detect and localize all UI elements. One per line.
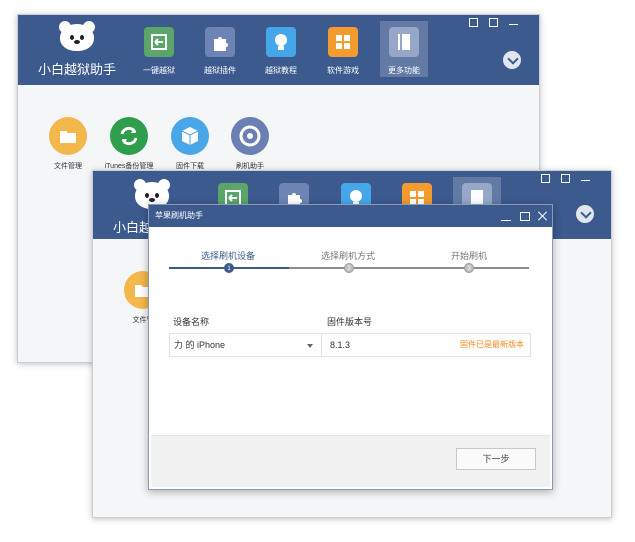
minimize-icon[interactable] [581, 174, 590, 181]
chevron-down-icon[interactable] [307, 344, 313, 348]
step-number-3: 3 [464, 263, 474, 273]
dialog-footer: 下一步 [151, 435, 550, 487]
header-bar: 小白越狱助手 一键越狱 越狱插件 越狱教程 软件游戏 更多功能 [18, 15, 539, 85]
nav-label: 更多功能 [388, 66, 420, 75]
step-pending-line [289, 267, 529, 269]
close-icon[interactable] [538, 211, 548, 221]
nav-item-more[interactable]: 更多功能 [380, 21, 428, 77]
window-controls [527, 174, 607, 186]
device-select[interactable]: 力 的 iPhone [174, 334, 225, 356]
nav-label: 软件游戏 [327, 66, 359, 75]
firmware-version-header: 固件版本号 [327, 317, 373, 327]
folder-icon [49, 117, 87, 155]
step-number-2: 2 [344, 263, 354, 273]
flash-assistant-dialog: 苹果刷机助手 选择刷机设备 1 选择刷机方式 2 开始刷机 3 设备名称 固件版… [148, 204, 553, 490]
device-name-header: 设备名称 [173, 317, 210, 327]
tool-file-manager[interactable]: 文件管理 [40, 117, 96, 171]
nav-item-plugins[interactable]: 越狱插件 [196, 23, 244, 76]
minimize-icon[interactable] [509, 18, 518, 25]
grid-icon [328, 27, 358, 57]
dialog-title: 苹果刷机助手 [155, 211, 203, 220]
step-number-1: 1 [224, 263, 234, 273]
dialog-titlebar: 苹果刷机助手 [149, 205, 552, 227]
divider [321, 334, 322, 356]
tool-flash-assistant[interactable]: 刷机助手 [222, 117, 278, 171]
step-label-2: 选择刷机方式 [321, 251, 376, 261]
nav-label: 一键越狱 [143, 66, 175, 75]
nav-label: 越狱教程 [265, 66, 297, 75]
nav-item-tutorial[interactable]: 越狱教程 [257, 23, 305, 76]
firmware-version: 8.1.3 [330, 340, 351, 350]
sync-icon [110, 117, 148, 155]
tool-label: 文件管理 [54, 163, 82, 170]
nav-item-apps[interactable]: 软件游戏 [319, 23, 367, 76]
maximize-icon[interactable] [519, 212, 530, 221]
puzzle-icon [205, 27, 235, 57]
next-button[interactable]: 下一步 [456, 448, 536, 470]
step-label-1: 选择刷机设备 [201, 251, 256, 261]
exit-icon [144, 27, 174, 57]
step-indicator: 选择刷机设备 1 选择刷机方式 2 开始刷机 3 [169, 233, 529, 277]
firmware-status: 固件已是最新版本 [460, 340, 524, 349]
skin-icon[interactable] [561, 174, 570, 183]
brand: 小白越狱助手 [32, 21, 122, 78]
download-icon[interactable] [576, 205, 594, 223]
dialog-window-controls [497, 208, 548, 226]
gear-icon [231, 117, 269, 155]
book-icon [389, 27, 419, 57]
lightbulb-icon [266, 27, 296, 57]
box-icon [171, 117, 209, 155]
tool-firmware-download[interactable]: 固件下载 [162, 117, 218, 171]
nav-item-jailbreak[interactable]: 一键越狱 [135, 23, 183, 76]
tool-itunes-backup[interactable]: iTunes备份管理 [98, 117, 160, 171]
device-row: 力 的 iPhone 8.1.3 固件已是最新版本 [169, 333, 531, 357]
feedback-icon[interactable] [541, 174, 550, 183]
minimize-icon[interactable] [501, 212, 512, 221]
bear-logo-icon [57, 21, 97, 51]
download-icon[interactable] [503, 51, 521, 69]
step-label-3: 开始刷机 [451, 251, 488, 261]
skin-icon[interactable] [489, 18, 498, 27]
window-controls [455, 18, 535, 30]
brand-name: 小白越狱助手 [37, 62, 116, 77]
nav-label: 越狱插件 [204, 66, 236, 75]
feedback-icon[interactable] [469, 18, 478, 27]
